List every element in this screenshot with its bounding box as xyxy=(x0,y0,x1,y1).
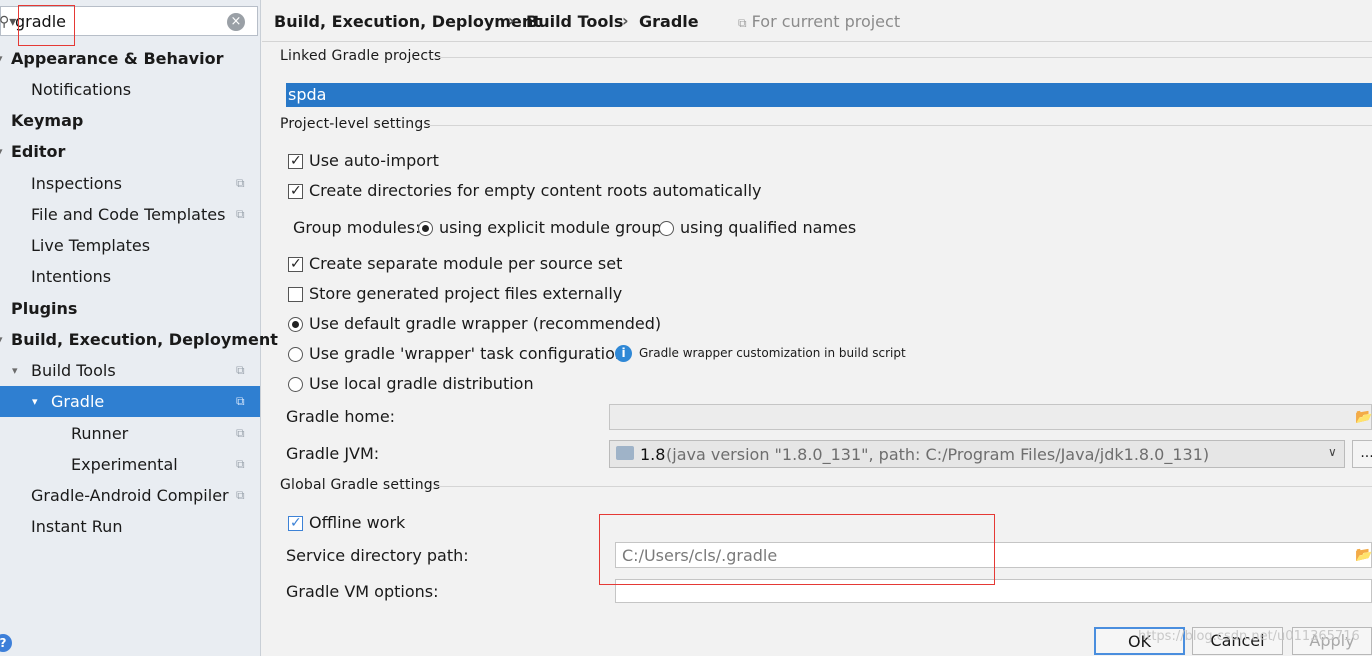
sidebar-item-runner[interactable]: Runner ⧉ xyxy=(0,418,260,449)
settings-sidebar: ⚲▾ × ▾ Appearance & Behavior Notificatio… xyxy=(0,0,278,656)
linked-projects-title: Linked Gradle projects xyxy=(280,48,442,64)
info-icon: i xyxy=(615,345,632,362)
sidebar-item-instant-run[interactable]: Instant Run xyxy=(0,511,260,542)
group-modules-label: Group modules: xyxy=(293,218,421,237)
breadcrumb: Build, Execution, Deployment › Build Too… xyxy=(262,0,1372,42)
breadcrumb-separator: › xyxy=(622,11,629,30)
project-scope-label: ⧉ For current project xyxy=(738,12,901,31)
project-scope-icon: ⧉ xyxy=(236,457,245,471)
search-highlight-box xyxy=(18,5,75,46)
sidebar-item-gradle[interactable]: ▾ Gradle ⧉ xyxy=(0,386,260,417)
breadcrumb-item[interactable]: Build, Execution, Deployment xyxy=(274,12,541,31)
sidebar-item-file-templates[interactable]: File and Code Templates ⧉ xyxy=(0,199,260,230)
sidebar-item-notifications[interactable]: Notifications xyxy=(0,74,260,105)
project-scope-icon: ⧉ xyxy=(738,16,747,30)
chevron-down-icon[interactable]: ∨ xyxy=(1328,445,1337,459)
default-wrapper-radio[interactable] xyxy=(288,317,303,332)
sidebar-item-label: Notifications xyxy=(31,80,132,99)
sidebar-item-label: Instant Run xyxy=(31,517,123,536)
sidebar-item-appearance[interactable]: ▾ Appearance & Behavior xyxy=(0,43,260,74)
sidebar-item-label: Intentions xyxy=(31,267,112,286)
sidebar-item-label: Build Tools xyxy=(31,361,116,380)
sidebar-item-label: Runner xyxy=(71,424,129,443)
sidebar-item-label: Editor xyxy=(11,142,66,161)
gradle-settings-panel: Build, Execution, Deployment › Build Too… xyxy=(262,0,1372,656)
vm-options-label: Gradle VM options: xyxy=(286,582,439,601)
linked-project-row[interactable]: spda xyxy=(286,83,1372,107)
gradle-jvm-label: Gradle JVM: xyxy=(286,444,380,463)
chevron-down-icon[interactable]: ▾ xyxy=(32,386,38,417)
jvm-more-button[interactable]: ... xyxy=(1352,440,1372,468)
local-distribution-radio[interactable] xyxy=(288,377,303,392)
sidebar-item-label: File and Code Templates xyxy=(31,205,226,224)
folder-icon[interactable]: 📂 xyxy=(1355,547,1372,563)
group-qualified-radio[interactable] xyxy=(659,221,674,236)
sidebar-item-label: Plugins xyxy=(11,299,78,318)
wrapper-hint-text: Gradle wrapper customization in build sc… xyxy=(639,346,906,360)
sidebar-item-label: Keymap xyxy=(11,111,84,130)
store-external-checkbox[interactable] xyxy=(288,287,303,302)
sidebar-item-label: Gradle-Android Compiler xyxy=(31,486,229,505)
separate-module-checkbox[interactable] xyxy=(288,253,303,275)
jvm-version: 1.8 xyxy=(640,445,666,464)
service-dir-label: Service directory path: xyxy=(286,546,469,565)
project-scope-icon: ⧉ xyxy=(236,363,245,377)
sidebar-item-live-templates[interactable]: Live Templates xyxy=(0,230,260,261)
sidebar-item-label: Build, Execution, Deployment xyxy=(11,330,278,349)
sidebar-item-build-execution[interactable]: ▾ Build, Execution, Deployment xyxy=(0,324,278,355)
jvm-detail: (java version "1.8.0_131", path: C:/Prog… xyxy=(666,445,1210,464)
sidebar-item-keymap[interactable]: Keymap xyxy=(0,105,260,136)
chevron-down-icon[interactable]: ▾ xyxy=(12,355,18,386)
clear-icon[interactable]: × xyxy=(227,13,245,31)
group-explicit-radio[interactable] xyxy=(418,221,433,236)
global-settings-title: Global Gradle settings xyxy=(280,477,441,493)
wrapper-task-radio[interactable] xyxy=(288,347,303,362)
breadcrumb-separator: › xyxy=(508,11,515,30)
sidebar-item-label: Appearance & Behavior xyxy=(11,49,224,68)
sidebar-item-plugins[interactable]: Plugins xyxy=(0,293,260,324)
create-dirs-checkbox[interactable] xyxy=(288,180,303,202)
sidebar-item-label: Live Templates xyxy=(31,236,151,255)
gradle-home-label: Gradle home: xyxy=(286,407,396,426)
search-icon[interactable]: ⚲▾ xyxy=(0,14,16,30)
sidebar-item-label: Experimental xyxy=(71,455,178,474)
sidebar-item-experimental[interactable]: Experimental ⧉ xyxy=(0,449,260,480)
project-level-title: Project-level settings xyxy=(280,116,431,132)
breadcrumb-item: Gradle xyxy=(639,12,699,31)
jdk-folder-icon xyxy=(616,446,634,460)
service-dir-highlight-box xyxy=(599,514,995,585)
project-scope-icon: ⧉ xyxy=(236,488,245,502)
project-scope-icon: ⧉ xyxy=(236,394,245,408)
sidebar-item-label: Gradle xyxy=(51,392,105,411)
sidebar-item-intentions[interactable]: Intentions xyxy=(0,261,260,292)
breadcrumb-item[interactable]: Build Tools xyxy=(526,12,623,31)
project-scope-icon: ⧉ xyxy=(236,426,245,440)
folder-icon[interactable]: 📂 xyxy=(1355,409,1372,425)
auto-import-checkbox[interactable] xyxy=(288,150,303,172)
gradle-home-field[interactable] xyxy=(609,404,1372,430)
sidebar-item-label: Inspections xyxy=(31,174,122,193)
project-scope-icon: ⧉ xyxy=(236,176,245,190)
sidebar-item-editor[interactable]: ▾ Editor xyxy=(0,136,260,167)
project-scope-icon: ⧉ xyxy=(236,207,245,221)
offline-work-checkbox[interactable] xyxy=(288,512,303,534)
gradle-jvm-select[interactable]: 1.8 (java version "1.8.0_131", path: C:/… xyxy=(609,440,1345,468)
sidebar-item-inspections[interactable]: Inspections ⧉ xyxy=(0,168,260,199)
sidebar-item-gradle-android-compiler[interactable]: Gradle-Android Compiler ⧉ xyxy=(0,480,260,511)
watermark: https://blog.csdn.net/u011365716 xyxy=(1138,629,1360,644)
sidebar-item-build-tools[interactable]: ▾ Build Tools ⧉ xyxy=(0,355,260,386)
